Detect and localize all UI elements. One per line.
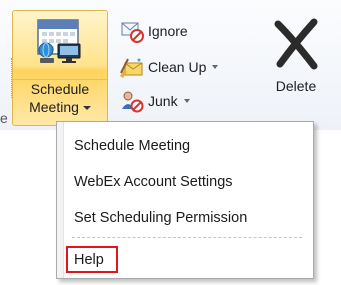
delete-button[interactable]: Delete bbox=[262, 12, 330, 124]
menu-item-schedule-meeting[interactable]: Schedule Meeting bbox=[74, 136, 190, 156]
clean-up-icon bbox=[120, 58, 143, 78]
schedule-meeting-menu: Schedule Meeting WebEx Account Settings … bbox=[56, 121, 314, 279]
clean-up-button[interactable]: Clean Up bbox=[120, 54, 219, 80]
ignore-conversation-icon bbox=[121, 22, 144, 43]
menu-gutter bbox=[57, 122, 64, 278]
ribbon: e Schedule Meeting Ignore Clean Up Junk … bbox=[0, 0, 341, 130]
menu-item-webex-account-settings[interactable]: WebEx Account Settings bbox=[74, 172, 233, 192]
schedule-meeting-main[interactable] bbox=[13, 11, 107, 80]
left-stub-text: e bbox=[0, 110, 8, 126]
junk-icon bbox=[122, 91, 144, 113]
chevron-down-icon bbox=[212, 65, 219, 69]
schedule-meeting-label-line2: Meeting bbox=[29, 99, 79, 115]
calendar-webex-icon bbox=[37, 19, 81, 63]
junk-button[interactable]: Junk bbox=[120, 88, 190, 114]
menu-item-set-scheduling-permission[interactable]: Set Scheduling Permission bbox=[74, 208, 247, 228]
clean-up-label: Clean Up bbox=[148, 59, 207, 75]
chevron-down-icon bbox=[82, 106, 91, 111]
delete-x-icon bbox=[274, 18, 318, 70]
menu-separator bbox=[72, 237, 302, 238]
delete-label: Delete bbox=[275, 78, 317, 94]
help-highlight-box bbox=[66, 246, 118, 273]
chevron-down-icon bbox=[183, 99, 190, 103]
ignore-label: Ignore bbox=[148, 23, 188, 39]
schedule-meeting-dropdown[interactable]: Meeting bbox=[13, 98, 107, 116]
junk-label: Junk bbox=[148, 93, 178, 109]
schedule-meeting-label-line1: Schedule bbox=[30, 81, 90, 97]
schedule-meeting-button[interactable]: Schedule Meeting bbox=[12, 10, 108, 126]
ignore-button[interactable]: Ignore bbox=[120, 18, 188, 44]
